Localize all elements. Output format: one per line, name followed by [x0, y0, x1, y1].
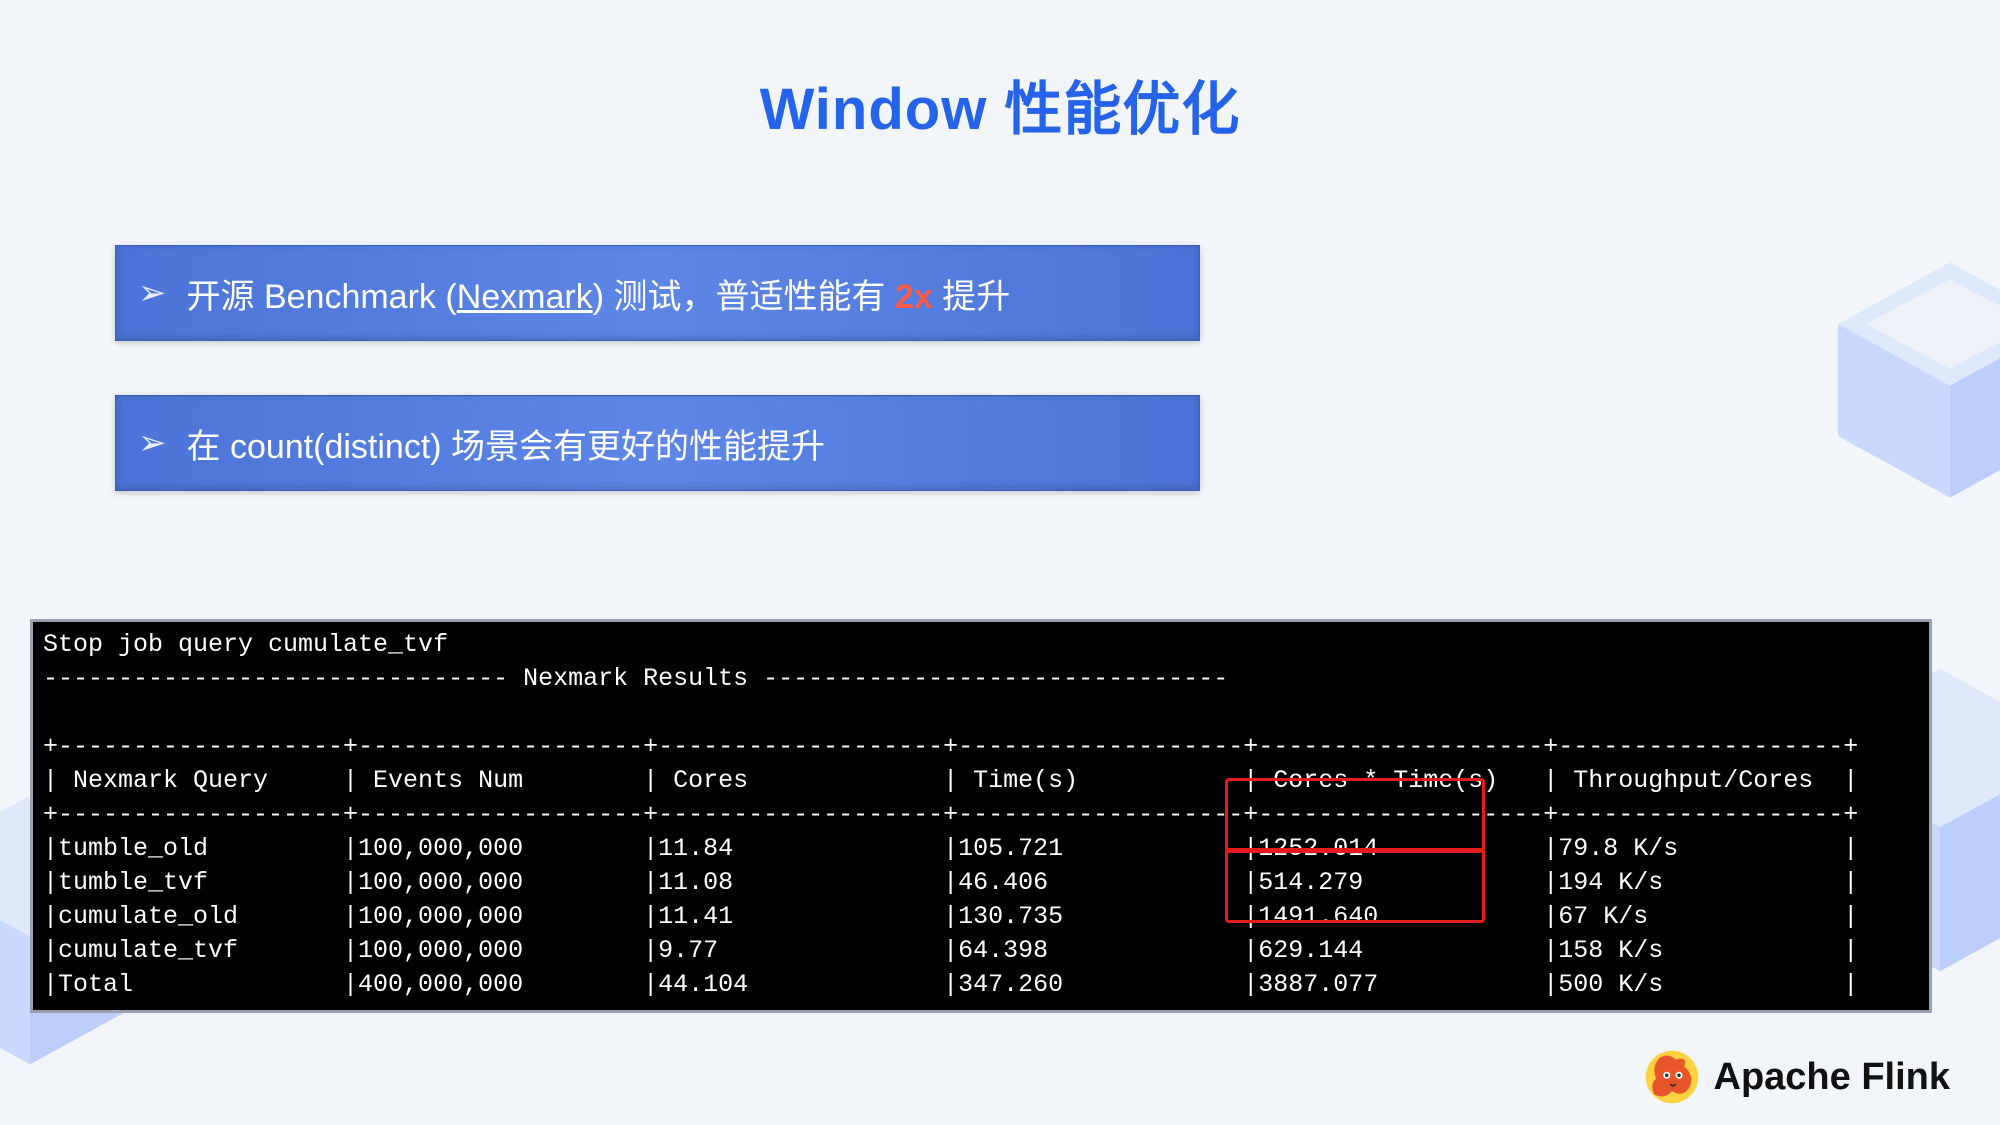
footer-brand-text: Apache Flink	[1714, 1056, 1951, 1099]
bullet-one-highlight: 2x	[895, 278, 933, 316]
flink-squirrel-icon	[1644, 1049, 1700, 1105]
chevron-right-icon: ➢	[138, 273, 167, 313]
slide-title: Window 性能优化	[0, 62, 2000, 146]
bullet-one-prefix: 开源 Benchmark (	[187, 278, 457, 316]
bullet-one-mid: ) 测试，普适性能有	[593, 278, 895, 316]
highlight-box-tumble	[1225, 778, 1485, 853]
footer-logo: Apache Flink	[1644, 1049, 1951, 1105]
bullet-two: ➢ 在 count(distinct) 场景会有更好的性能提升	[115, 395, 1200, 491]
terminal-output: Stop job query cumulate_tvf ------------…	[30, 619, 1932, 1013]
bullet-one: ➢ 开源 Benchmark (Nexmark) 测试，普适性能有 2x 提升	[115, 245, 1200, 341]
highlight-box-cumulate	[1225, 848, 1485, 923]
bullet-two-text: 在 count(distinct) 场景会有更好的性能提升	[187, 419, 826, 468]
deco-cube-right-top	[1810, 240, 2000, 520]
chevron-right-icon: ➢	[138, 423, 167, 463]
bullet-one-text: 开源 Benchmark (Nexmark) 测试，普适性能有 2x 提升	[187, 269, 1011, 318]
bullet-one-link: Nexmark	[457, 278, 593, 316]
bullet-one-suffix: 提升	[933, 278, 1010, 316]
